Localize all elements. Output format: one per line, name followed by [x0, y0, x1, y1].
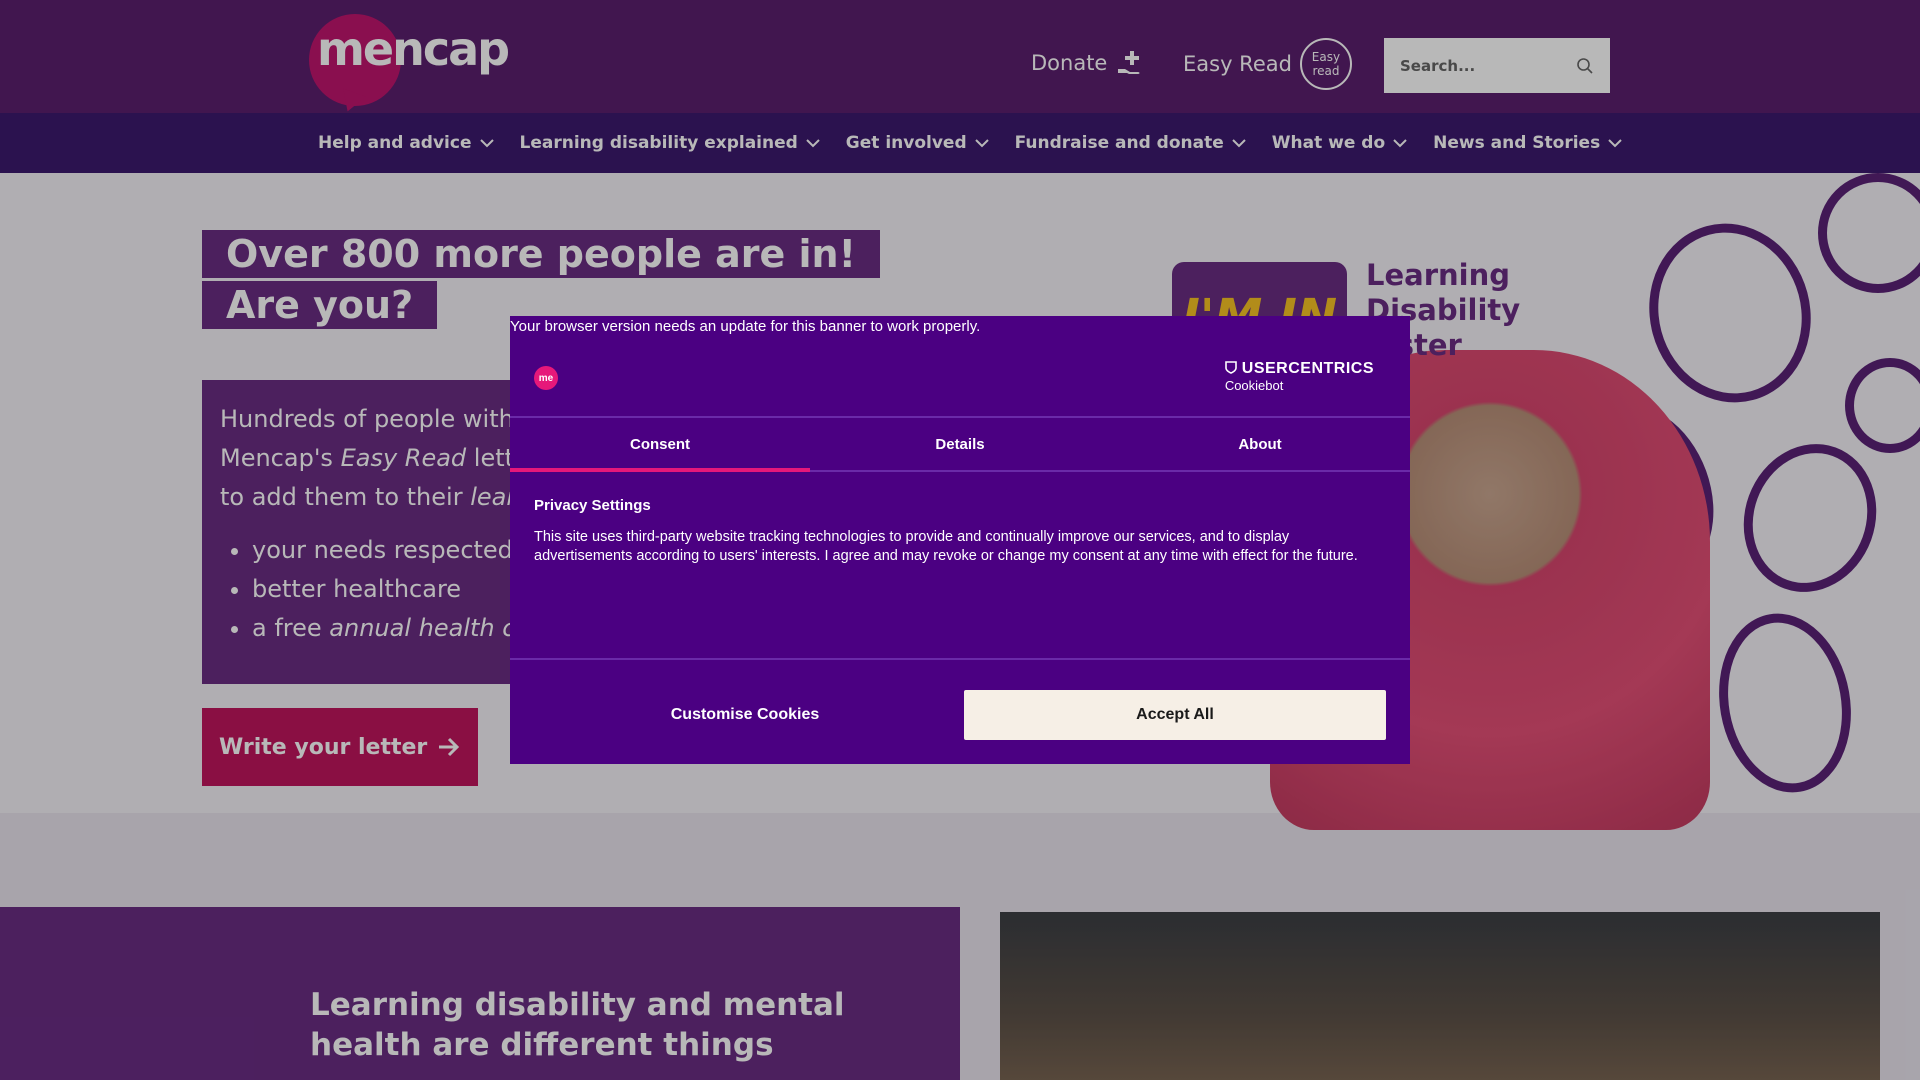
divider: [510, 658, 1410, 660]
accept-all-button[interactable]: Accept All: [964, 690, 1386, 740]
browser-update-warning: Your browser version needs an update for…: [510, 318, 981, 335]
shield-icon: [1225, 361, 1237, 374]
privacy-settings-heading: Privacy Settings: [534, 497, 651, 514]
cookie-consent-dialog: Your browser version needs an update for…: [510, 316, 1410, 764]
mencap-small-logo-icon: me: [534, 366, 558, 390]
usercentrics-name: USERCENTRICS: [1225, 360, 1374, 378]
cookie-tabs: Consent Details About: [510, 416, 1410, 472]
tab-about[interactable]: About: [1110, 418, 1410, 470]
tab-details[interactable]: Details: [810, 418, 1110, 470]
tab-consent[interactable]: Consent: [510, 418, 810, 472]
usercentrics-brand[interactable]: USERCENTRICS Cookiebot: [1225, 360, 1374, 393]
privacy-settings-text: This site uses third-party website track…: [534, 529, 1358, 564]
customise-cookies-button[interactable]: Customise Cookies: [534, 690, 956, 740]
cookiebot-label: Cookiebot: [1224, 378, 1284, 393]
